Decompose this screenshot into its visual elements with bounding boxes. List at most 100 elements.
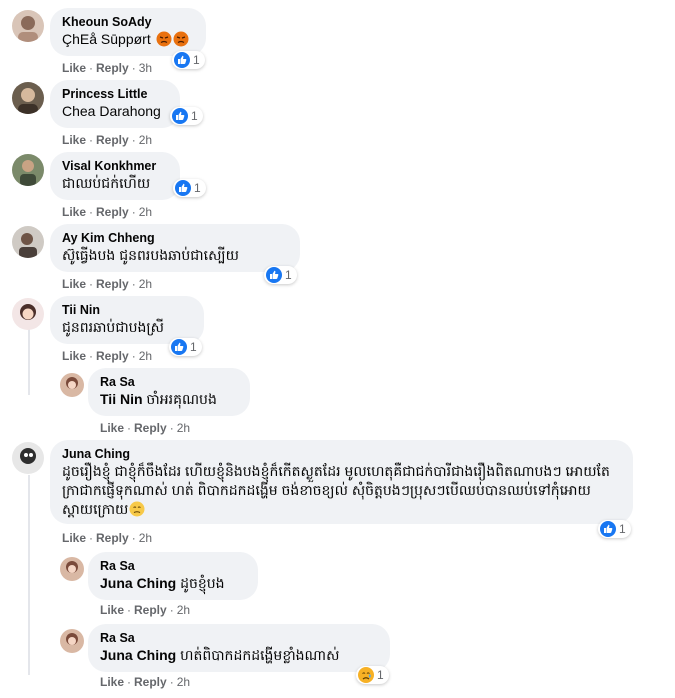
avatar[interactable] — [60, 557, 84, 581]
reaction-summary[interactable]: 1 — [356, 666, 389, 684]
like-link[interactable]: Like — [100, 675, 124, 689]
reply-bubble: Ra Sa Juna Ching ហត់ពិបាកដកដង្ហើមខ្លាំងណ… — [88, 624, 390, 672]
separator: · — [127, 603, 132, 617]
reply-link[interactable]: Reply — [96, 61, 129, 75]
reaction-count: 1 — [194, 181, 201, 195]
separator: · — [127, 421, 132, 435]
like-link[interactable]: Like — [62, 349, 86, 363]
comment-text: Juna Ching ដូចខ្ញុំបង — [100, 574, 246, 593]
avatar[interactable] — [12, 298, 44, 330]
comment-text-body: ហត់ពិបាកដកដង្ហើមខ្លាំងណាស់ — [180, 647, 340, 663]
separator: · — [89, 531, 94, 545]
comment-timestamp[interactable]: 2h — [177, 603, 190, 617]
comment-thread: Kheoun SoAdy ÇhEå Sūppørt 1 Like · Reply · 3… — [0, 0, 675, 698]
reaction-summary[interactable]: 1 — [264, 266, 297, 284]
comment-author[interactable]: Ra Sa — [100, 631, 378, 646]
separator: · — [89, 61, 94, 75]
reaction-count: 1 — [619, 522, 626, 536]
avatar[interactable] — [60, 629, 84, 653]
like-reaction-icon — [171, 339, 187, 355]
avatar[interactable] — [60, 373, 84, 397]
reply-link[interactable]: Reply — [134, 675, 167, 689]
mention-link[interactable]: Tii Nin — [100, 391, 143, 407]
reaction-count: 1 — [191, 109, 198, 123]
separator: · — [131, 531, 136, 545]
comment-timestamp[interactable]: 2h — [139, 531, 152, 545]
comment-bubble: Juna Ching ដូចរឿងខ្ញុំ ជាខ្ញុំក៏ចឹងដែរ ហ… — [50, 440, 633, 524]
comment-bubble: Visal Konkhmer ជាឈប់ជក់ហើយ — [50, 152, 180, 200]
reply-link[interactable]: Reply — [96, 531, 129, 545]
separator: · — [131, 133, 136, 147]
avatar[interactable] — [12, 154, 44, 186]
sad-reaction-icon — [358, 667, 374, 683]
like-link[interactable]: Like — [62, 205, 86, 219]
comment-actions: Like · Reply · 2h — [62, 204, 152, 220]
mention-link[interactable]: Juna Ching — [100, 647, 176, 663]
comment-author[interactable]: Tii Nin — [62, 303, 192, 318]
avatar[interactable] — [12, 226, 44, 258]
comment-actions: Like · Reply · 2h — [62, 348, 152, 364]
comment-actions: Like · Reply · 2h — [100, 674, 190, 690]
comment-text-body: ដូចខ្ញុំបង — [180, 575, 225, 591]
comment-text: ជាឈប់ជក់ហើយ — [62, 175, 151, 191]
reply-link[interactable]: Reply — [96, 205, 129, 219]
avatar[interactable] — [12, 10, 44, 42]
comment-timestamp[interactable]: 2h — [139, 277, 152, 291]
reaction-summary[interactable]: 1 — [169, 338, 202, 356]
separator: · — [169, 603, 174, 617]
avatar[interactable] — [12, 82, 44, 114]
comment-author[interactable]: Princess Little — [62, 87, 168, 102]
comment-timestamp[interactable]: 3h — [139, 61, 152, 75]
comment-bubble: Tii Nin ជូនពរឆាប់ជាបងស្រី — [50, 296, 204, 344]
comment-actions: Like · Reply · 2h — [100, 420, 190, 436]
reply-bubble: Ra Sa Juna Ching ដូចខ្ញុំបង — [88, 552, 258, 600]
reply-link[interactable]: Reply — [96, 277, 129, 291]
reaction-summary[interactable]: 1 — [172, 51, 205, 69]
comment-text: ជូនពរឆាប់ជាបងស្រី — [62, 319, 164, 335]
comment-author[interactable]: Ay Kim Chheng — [62, 231, 288, 246]
reply-bubble: Ra Sa Tii Nin ចាំអរគុណបង — [88, 368, 250, 416]
comment-timestamp[interactable]: 2h — [139, 133, 152, 147]
comment-author[interactable]: Ra Sa — [100, 375, 238, 390]
comment-author[interactable]: Kheoun SoAdy — [62, 15, 194, 30]
reply-thread-line — [28, 325, 30, 395]
angry-emoji-icon — [173, 31, 189, 47]
reply-link[interactable]: Reply — [134, 421, 167, 435]
reply-link[interactable]: Reply — [96, 133, 129, 147]
comment-bubble: Kheoun SoAdy ÇhEå Sūppørt — [50, 8, 206, 56]
comment-timestamp[interactable]: 2h — [177, 421, 190, 435]
comment-bubble: Ay Kim Chheng ស៊ូធ្វើងបង ជូនពរបងឆាប់ជាស្… — [50, 224, 300, 272]
mention-link[interactable]: Juna Ching — [100, 575, 176, 591]
sad-emoji-icon — [129, 501, 145, 517]
separator: · — [89, 133, 94, 147]
comment-bubble: Princess Little Chea Darahong — [50, 80, 180, 128]
reply-thread-line — [28, 475, 30, 675]
comment-timestamp[interactable]: 2h — [139, 349, 152, 363]
comment-actions: Like · Reply · 2h — [62, 132, 152, 148]
reply-link[interactable]: Reply — [134, 603, 167, 617]
comment-author[interactable]: Ra Sa — [100, 559, 246, 574]
reply-link[interactable]: Reply — [96, 349, 129, 363]
comment-actions: Like · Reply · 3h — [62, 60, 152, 76]
reaction-summary[interactable]: 1 — [598, 520, 631, 538]
avatar[interactable] — [12, 442, 44, 474]
comment-timestamp[interactable]: 2h — [139, 205, 152, 219]
comment-text: Juna Ching ហត់ពិបាកដកដង្ហើមខ្លាំងណាស់ — [100, 646, 378, 665]
reaction-summary[interactable]: 1 — [170, 107, 203, 125]
separator: · — [169, 675, 174, 689]
comment-actions: Like · Reply · 2h — [62, 530, 152, 546]
comment-timestamp[interactable]: 2h — [177, 675, 190, 689]
reaction-summary[interactable]: 1 — [173, 179, 206, 197]
separator: · — [89, 349, 94, 363]
like-link[interactable]: Like — [100, 603, 124, 617]
like-link[interactable]: Like — [62, 133, 86, 147]
like-link[interactable]: Like — [62, 277, 86, 291]
comment-author[interactable]: Juna Ching — [62, 447, 621, 462]
like-reaction-icon — [175, 180, 191, 196]
comment-author[interactable]: Visal Konkhmer — [62, 159, 168, 174]
like-link[interactable]: Like — [62, 531, 86, 545]
like-reaction-icon — [172, 108, 188, 124]
like-link[interactable]: Like — [100, 421, 124, 435]
like-link[interactable]: Like — [62, 61, 86, 75]
separator: · — [127, 675, 132, 689]
